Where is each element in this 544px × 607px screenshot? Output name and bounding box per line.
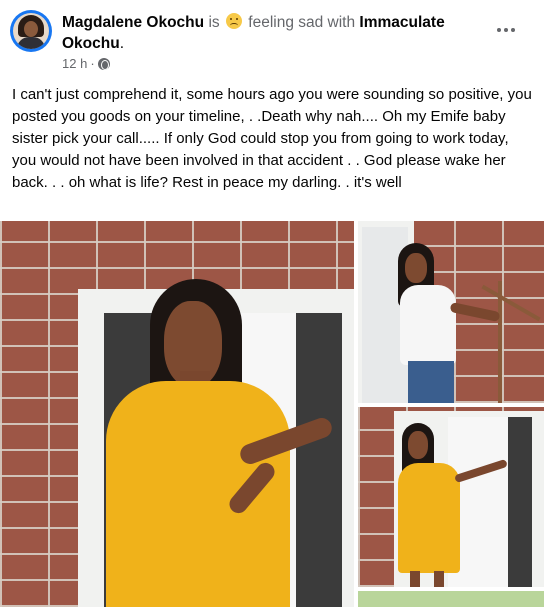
photo-side-1[interactable] xyxy=(358,221,544,403)
meta-separator: · xyxy=(90,56,95,71)
post-header-line: Magdalene Okochu is feeling sad with Imm… xyxy=(62,12,482,54)
post-header: Magdalene Okochu is feeling sad with Imm… xyxy=(0,0,544,74)
photo-side-3[interactable] xyxy=(358,591,544,607)
post-meta: 12 h · xyxy=(62,56,110,71)
post-text: I can't just comprehend it, some hours a… xyxy=(12,86,532,191)
avatar-image xyxy=(13,13,49,49)
author-name[interactable]: Magdalene Okochu xyxy=(62,14,204,31)
photo-side-2[interactable] xyxy=(358,407,544,587)
photo-main[interactable] xyxy=(0,221,354,607)
profile-avatar[interactable] xyxy=(10,10,52,52)
sad-face-icon xyxy=(225,13,242,29)
feeling-text: feeling sad with xyxy=(248,14,356,31)
more-options-icon[interactable] xyxy=(488,16,524,44)
post-timestamp[interactable]: 12 h xyxy=(62,56,87,71)
globe-icon[interactable] xyxy=(97,57,110,70)
header-punctuation: . xyxy=(119,35,125,52)
verb-is: is xyxy=(208,14,220,31)
photo-grid xyxy=(0,221,544,607)
